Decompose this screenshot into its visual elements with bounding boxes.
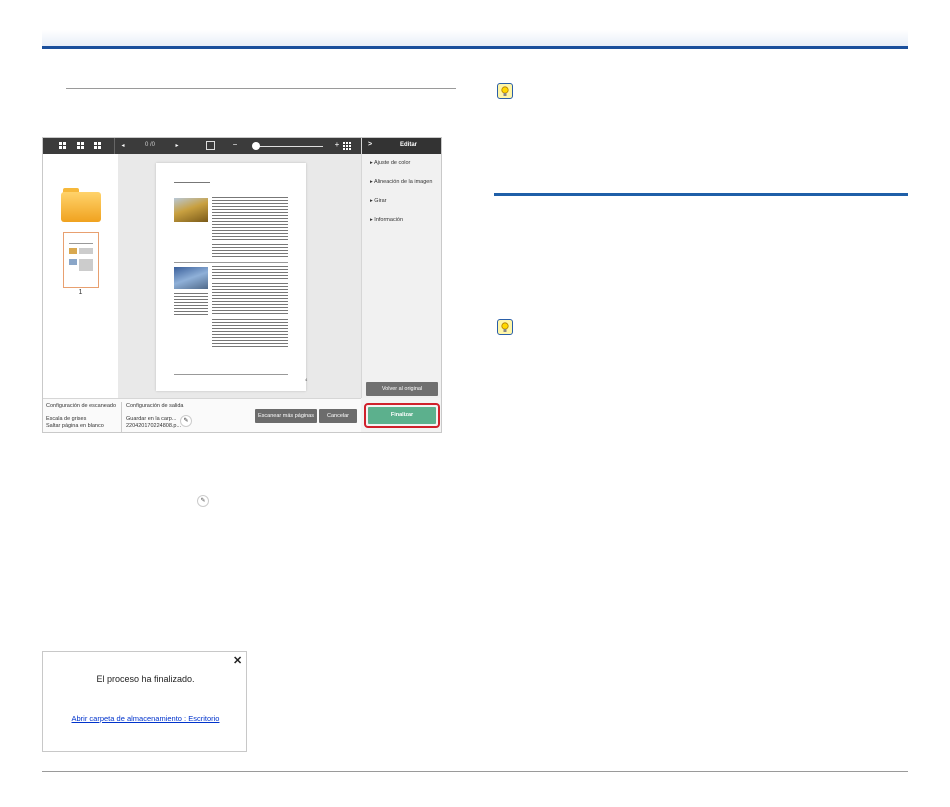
completion-dialog: ✕ El proceso ha finalizado. Abrir carpet… [42,651,247,752]
thumbnail-page-number: 1 [78,289,83,296]
dialog-message: El proceso ha finalizado. [96,674,195,684]
document-text-block [212,319,288,349]
zoom-out-icon[interactable]: − [231,141,239,149]
edit-panel-title: Editar [400,142,418,148]
document-text-block [212,283,288,315]
open-storage-folder-link[interactable]: Abrir carpeta de almacenamiento : Escrit… [43,714,248,723]
document-image-buildings [174,267,208,289]
edit-item-color-adjust[interactable]: ▸ Ajuste de color [370,160,410,166]
folder-icon[interactable] [61,192,101,222]
pencil-icon: ✎ [197,495,209,507]
output-settings-value: Guardar en la carp... [126,416,177,422]
next-page-icon[interactable]: ▸ [173,142,181,150]
page-viewer: 4 [118,154,361,398]
edit-item-label: Ajuste de color [374,160,411,166]
collapse-panel-icon[interactable]: > [368,141,372,148]
header-rule [42,46,908,49]
settings-bar: Configuración de escaneado Escala de gri… [43,398,361,432]
output-settings-heading: Configuración de salida [126,403,184,409]
hint-lightbulb-icon [497,319,513,335]
page-indicator: 0 /0 [145,142,156,148]
zoom-in-icon[interactable]: + [333,141,341,149]
edit-item-label: Información [374,217,404,223]
edit-settings-pencil-icon[interactable]: ✎ [180,415,192,427]
edit-item-label: Alineación de la imagen [374,179,433,185]
footer-rule [42,771,908,772]
thumbnail-sidebar: 0001 1 [43,154,118,398]
output-settings-value: 220420170224808.p... [126,423,182,429]
edit-item-label: Girar [374,198,387,204]
zoom-slider-track[interactable] [255,146,323,147]
finish-button[interactable]: Finalizar [368,407,436,424]
document-text-block [212,244,288,259]
revert-to-original-button[interactable]: Volver al original [366,382,438,396]
close-icon[interactable]: ✕ [233,654,242,667]
toolbar-divider [114,138,115,154]
edit-item-rotate[interactable]: ▸ Girar [370,198,387,204]
document-image-field [174,198,208,222]
document-text-block [212,197,288,241]
document-text-block [212,266,288,280]
document-page-preview: 4 [156,163,308,391]
large-thumbnail-view-icon[interactable] [59,142,66,149]
viewer-toolbar: ◂ 0 /0 ▸ − + [43,138,361,154]
fit-page-icon[interactable] [206,141,215,150]
previous-page-icon[interactable]: ◂ [119,142,127,150]
edit-item-information[interactable]: ▸ Información [370,217,403,223]
scan-settings-value: Saltar página en blanco [46,423,104,429]
edit-panel: > Editar ▸ Ajuste de color ▸ Alineación … [361,138,441,428]
edit-panel-header: > Editar [362,138,441,154]
scan-more-pages-button[interactable]: Escanear más páginas [255,409,317,423]
medium-thumbnail-view-icon[interactable] [77,142,84,149]
zoom-slider-handle[interactable] [252,142,260,150]
cancel-button[interactable]: Cancelar [319,409,357,423]
section-divider-left [66,88,456,89]
scan-settings-heading: Configuración de escaneado [46,403,117,409]
grid-view-icon[interactable] [343,142,351,150]
header-shade [42,30,908,46]
document-page-number: 4 [305,377,308,382]
scan-settings-value: Escala de grises [46,416,87,422]
document-text-block [174,293,208,315]
section-divider-right [494,193,908,196]
edit-item-image-alignment[interactable]: ▸ Alineación de la imagen [370,179,432,185]
scan-app-window: ◂ 0 /0 ▸ − + 0001 1 [42,137,442,433]
small-thumbnail-view-icon[interactable] [94,142,101,149]
hint-lightbulb-icon [497,83,513,99]
page-thumbnail[interactable] [63,232,99,288]
